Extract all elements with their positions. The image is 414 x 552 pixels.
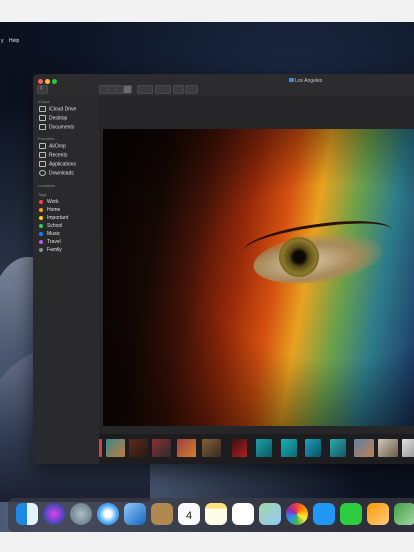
download-icon (39, 170, 46, 176)
sidebar-heading-icloud: iCloud (38, 99, 50, 104)
sidebar-item-applications[interactable]: Applications (39, 161, 76, 167)
numbers-icon[interactable] (394, 503, 414, 525)
thumbnail[interactable] (330, 439, 346, 457)
calendar-icon[interactable]: 4 (178, 503, 200, 525)
safari-icon[interactable] (97, 503, 119, 525)
applications-icon (39, 161, 46, 167)
document-icon (39, 124, 46, 130)
tag-dot-icon (39, 199, 43, 204)
thumbnail[interactable] (129, 439, 148, 457)
pages-icon[interactable] (367, 503, 389, 525)
sidebar-item-downloads[interactable]: Downloads (39, 170, 74, 176)
thumbnail[interactable] (202, 439, 221, 457)
sidebar-item-airdrop[interactable]: AirDrop (39, 143, 66, 149)
sidebar-tag-home[interactable]: Home (39, 207, 60, 213)
tag-dot-icon (39, 247, 43, 252)
photos-icon[interactable] (286, 503, 308, 525)
thumbnail[interactable] (354, 439, 374, 457)
thumbnail[interactable] (177, 439, 196, 457)
siri-icon[interactable] (43, 503, 65, 525)
dock: 4 (8, 498, 414, 532)
tag-dot-icon (39, 207, 43, 212)
menu-item-partial[interactable]: y (1, 38, 4, 44)
maps-icon[interactable] (259, 503, 281, 525)
facetime-icon[interactable] (340, 503, 362, 525)
sidebar-tag-family[interactable]: Family (39, 247, 62, 253)
thumbnail[interactable] (378, 439, 398, 457)
thumbnail[interactable] (106, 439, 125, 457)
group-menu-icon[interactable] (137, 85, 153, 94)
thumbnail[interactable] (281, 439, 297, 457)
finder-window: Los Angeles iCloud iCloud Drive Desktop … (33, 74, 414, 464)
sidebar-heading-locations: Locations (38, 183, 56, 188)
thumbnail[interactable] (256, 439, 272, 457)
window-titlebar[interactable]: Los Angeles (33, 74, 414, 97)
tag-icon[interactable] (185, 85, 198, 94)
sidebar-tag-school[interactable]: School (39, 223, 62, 229)
thumbnail-strip (99, 434, 414, 464)
menu-bar: y Help (0, 34, 414, 48)
launchpad-icon[interactable] (70, 503, 92, 525)
thumbnail[interactable] (152, 439, 171, 457)
contacts-icon[interactable] (151, 503, 173, 525)
finder-icon[interactable] (16, 503, 38, 525)
sidebar-tag-music[interactable]: Music (39, 231, 60, 237)
cloud-icon (39, 106, 46, 112)
tag-dot-icon (39, 239, 43, 244)
thumbnail[interactable] (99, 439, 102, 457)
preview-image[interactable] (103, 129, 414, 426)
gear-menu-icon[interactable] (155, 85, 171, 94)
clock-icon (39, 152, 46, 158)
sidebar: iCloud iCloud Drive Desktop Documents Fa… (33, 96, 100, 464)
minimize-button[interactable] (45, 79, 50, 84)
thumbnail[interactable] (402, 439, 414, 457)
airdrop-icon (39, 143, 46, 149)
desktop-icon (39, 115, 46, 121)
gallery-content (99, 96, 414, 464)
sidebar-heading-tags: Tags (38, 192, 47, 197)
sidebar-item-documents[interactable]: Documents (39, 124, 74, 130)
photo-browser-icon[interactable] (124, 503, 146, 525)
sidebar-item-recents[interactable]: Recents (39, 152, 67, 158)
sidebar-item-icloud-drive[interactable]: iCloud Drive (39, 106, 76, 112)
back-button[interactable] (37, 83, 48, 94)
tag-dot-icon (39, 231, 43, 236)
thumbnail[interactable] (305, 439, 321, 457)
sidebar-tag-important[interactable]: Important (39, 215, 68, 221)
menu-item-help[interactable]: Help (9, 38, 19, 44)
messages-icon[interactable] (313, 503, 335, 525)
sidebar-heading-favorites: Favorites (38, 136, 55, 141)
folder-icon (289, 78, 294, 82)
sidebar-item-desktop[interactable]: Desktop (39, 115, 67, 121)
window-title: Los Angeles (295, 78, 323, 84)
zoom-button[interactable] (52, 79, 57, 84)
reminders-icon[interactable] (232, 503, 254, 525)
sidebar-tag-travel[interactable]: Travel (39, 239, 61, 245)
gallery-view-icon[interactable] (123, 85, 132, 94)
sidebar-tag-work[interactable]: Work (39, 199, 59, 205)
share-icon[interactable] (173, 85, 184, 94)
thumbnail[interactable] (232, 439, 247, 457)
tag-dot-icon (39, 223, 43, 228)
notes-icon[interactable] (205, 503, 227, 525)
tag-dot-icon (39, 215, 43, 220)
